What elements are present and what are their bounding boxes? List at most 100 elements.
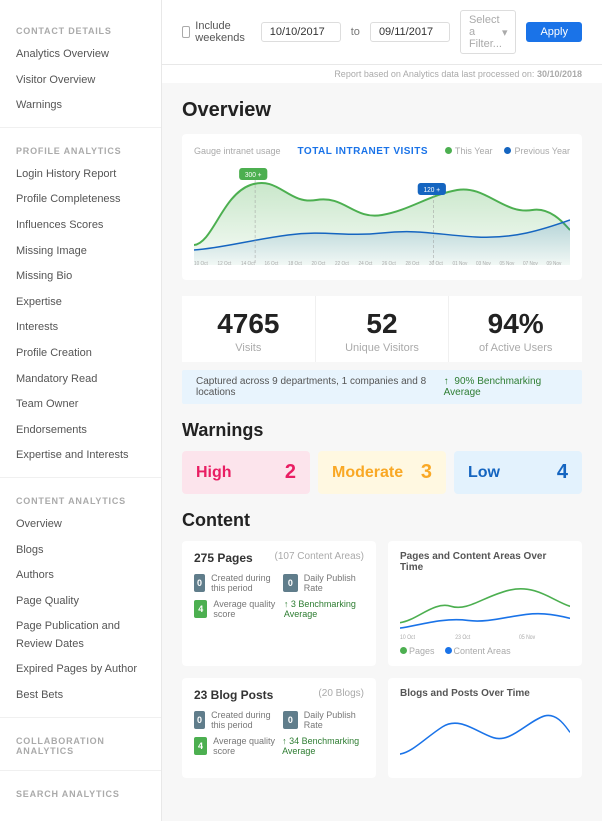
- chart-center-label: TOTAL INTRANET VISITS: [281, 146, 445, 157]
- sidebar-item-influences-scores[interactable]: Influences Scores: [0, 213, 161, 239]
- svg-text:10 Oct: 10 Oct: [194, 261, 208, 265]
- sidebar: CONTACT DETAILS Analytics Overview Visit…: [0, 0, 162, 821]
- sidebar-item-missing-bio[interactable]: Missing Bio: [0, 264, 161, 290]
- svg-text:07 Nov: 07 Nov: [523, 261, 538, 265]
- blogs-publish-metric: 0 Daily Publish Rate: [283, 710, 364, 730]
- date-to-input[interactable]: [370, 22, 450, 42]
- sidebar-item-expired-pages[interactable]: Expired Pages by Author: [0, 657, 161, 683]
- blogs-chart-card: Blogs and Posts Over Time: [388, 678, 582, 778]
- sidebar-item-team-owner[interactable]: Team Owner: [0, 392, 161, 418]
- date-from-input[interactable]: [261, 22, 341, 42]
- warning-moderate-count: 3: [421, 461, 432, 484]
- main-content: Include weekends to Select a Filter... ▾…: [162, 0, 602, 821]
- blogs-quality-row: 4 Average quality score ↑ 34 Benchmarkin…: [194, 736, 364, 756]
- sidebar-section-contact: CONTACT DETAILS Analytics Overview Visit…: [0, 16, 161, 119]
- arrow-up-icon: ↑: [444, 376, 449, 387]
- stat-unique-visitors: 52 Unique Visitors: [316, 296, 450, 362]
- pages-created-label: Created during this period: [211, 573, 275, 593]
- pages-sub: (107 Content Areas): [275, 551, 365, 565]
- blogs-quality-num: 4: [194, 737, 207, 755]
- warning-low-label: Low: [468, 464, 500, 482]
- pages-benchmark: ↑ 3 Benchmarking Average: [284, 599, 364, 619]
- pages-card: 275 Pages (107 Content Areas) 0 Created …: [182, 541, 376, 666]
- apply-button[interactable]: Apply: [526, 22, 582, 42]
- stat-visits-value: 4765: [190, 308, 307, 340]
- blogs-chart-title: Blogs and Posts Over Time: [400, 688, 570, 699]
- pages-legend-content: Content Areas: [454, 646, 511, 656]
- sidebar-item-profile-completeness[interactable]: Profile Completeness: [0, 187, 161, 213]
- filter-select[interactable]: Select a Filter... ▾: [460, 10, 517, 54]
- svg-text:14 Oct: 14 Oct: [241, 261, 255, 265]
- blogs-benchmark: ↑ 34 Benchmarking Average: [282, 736, 364, 756]
- legend-prev-year: Previous Year: [514, 146, 570, 156]
- sidebar-item-page-quality[interactable]: Page Quality: [0, 589, 161, 615]
- sidebar-section-title-collaboration: COLLABORATION ANALYTICS: [0, 726, 161, 762]
- pages-mini-chart: 10 Oct 23 Oct 05 Nov: [400, 579, 570, 639]
- blogs-publish-num: 0: [283, 711, 298, 729]
- svg-text:09 Nov: 09 Nov: [547, 261, 562, 265]
- sidebar-section-content: CONTENT ANALYTICS Overview Blogs Authors…: [0, 486, 161, 709]
- sidebar-section-collaboration: COLLABORATION ANALYTICS: [0, 726, 161, 762]
- sidebar-item-expertise[interactable]: Expertise: [0, 290, 161, 316]
- blogs-created-metric: 0 Created during this period: [194, 710, 275, 730]
- warning-high-label: High: [196, 464, 232, 482]
- warning-moderate-label: Moderate: [332, 464, 403, 482]
- svg-text:20 Oct: 20 Oct: [312, 261, 326, 265]
- legend-this-year: This Year: [455, 146, 493, 156]
- sidebar-item-authors[interactable]: Authors: [0, 563, 161, 589]
- chart-left-label: Gauge intranet usage: [194, 146, 281, 156]
- sidebar-item-analytics-overview[interactable]: Analytics Overview: [0, 42, 161, 68]
- sidebar-item-warnings[interactable]: Warnings: [0, 93, 161, 119]
- pages-publish-num: 0: [283, 574, 298, 592]
- svg-text:120 +: 120 +: [424, 187, 441, 194]
- sidebar-item-interests[interactable]: Interests: [0, 315, 161, 341]
- sidebar-item-content-overview[interactable]: Overview: [0, 512, 161, 538]
- report-note: Report based on Analytics data last proc…: [162, 65, 602, 83]
- stat-active-users: 94% of Active Users: [449, 296, 582, 362]
- sidebar-item-best-bets[interactable]: Best Bets: [0, 683, 161, 709]
- include-weekends-checkbox[interactable]: [182, 26, 190, 38]
- svg-text:22 Oct: 22 Oct: [335, 261, 349, 265]
- sidebar-item-page-publication[interactable]: Page Publication and Review Dates: [0, 614, 161, 657]
- warning-card-moderate[interactable]: Moderate 3: [318, 451, 446, 494]
- sidebar-item-profile-creation[interactable]: Profile Creation: [0, 341, 161, 367]
- pages-chart-title: Pages and Content Areas Over Time: [400, 551, 570, 573]
- sidebar-item-blogs[interactable]: Blogs: [0, 538, 161, 564]
- sidebar-section-title-search: SEARCH ANALYTICS: [0, 779, 161, 805]
- sidebar-item-visitor-overview[interactable]: Visitor Overview: [0, 68, 161, 94]
- sidebar-item-expertise-interests[interactable]: Expertise and Interests: [0, 443, 161, 469]
- sidebar-section-profile: PROFILE ANALYTICS Login History Report P…: [0, 136, 161, 469]
- blogs-card: 23 Blog Posts (20 Blogs) 0 Created durin…: [182, 678, 376, 778]
- pages-created-metric: 0 Created during this period: [194, 573, 275, 593]
- stat-unique-value: 52: [324, 308, 441, 340]
- content-section: Content 275 Pages (107 Content Areas) 0 …: [182, 510, 582, 778]
- overview-title: Overview: [182, 99, 582, 122]
- svg-text:300 +: 300 +: [245, 172, 262, 179]
- pages-chart-legend: Pages Content Areas: [400, 646, 570, 656]
- warning-card-high[interactable]: High 2: [182, 451, 310, 494]
- sidebar-item-mandatory-read[interactable]: Mandatory Read: [0, 367, 161, 393]
- pages-quality-row: 4 Average quality score ↑ 3 Benchmarking…: [194, 599, 364, 619]
- stat-visits: 4765 Visits: [182, 296, 316, 362]
- warnings-row: High 2 Moderate 3 Low 4: [182, 451, 582, 494]
- blogs-sub: (20 Blogs): [318, 688, 364, 702]
- pages-created-num: 0: [194, 574, 205, 592]
- intranet-visits-chart: Gauge intranet usage TOTAL INTRANET VISI…: [182, 134, 582, 280]
- svg-text:30 Oct: 30 Oct: [429, 261, 443, 265]
- info-bar-left: Captured across 9 departments, 1 compani…: [196, 376, 444, 398]
- blogs-title: 23 Blog Posts: [194, 688, 273, 702]
- warning-low-count: 4: [557, 461, 568, 484]
- include-weekends-label[interactable]: Include weekends: [182, 20, 251, 44]
- overview-section: Overview Gauge intranet usage TOTAL INTR…: [182, 99, 582, 404]
- pages-publish-label: Daily Publish Rate: [304, 573, 364, 593]
- blogs-publish-label: Daily Publish Rate: [304, 710, 364, 730]
- blogs-quality-label: Average quality score: [213, 736, 276, 756]
- warning-card-low[interactable]: Low 4: [454, 451, 582, 494]
- stat-unique-label: Unique Visitors: [324, 342, 441, 354]
- pages-quality-label: Average quality score: [213, 599, 277, 619]
- blogs-created-label: Created during this period: [211, 710, 275, 730]
- sidebar-item-endorsements[interactable]: Endorsements: [0, 418, 161, 444]
- sidebar-item-missing-image[interactable]: Missing Image: [0, 239, 161, 265]
- sidebar-item-login-history[interactable]: Login History Report: [0, 162, 161, 188]
- svg-text:05 Nov: 05 Nov: [519, 635, 535, 639]
